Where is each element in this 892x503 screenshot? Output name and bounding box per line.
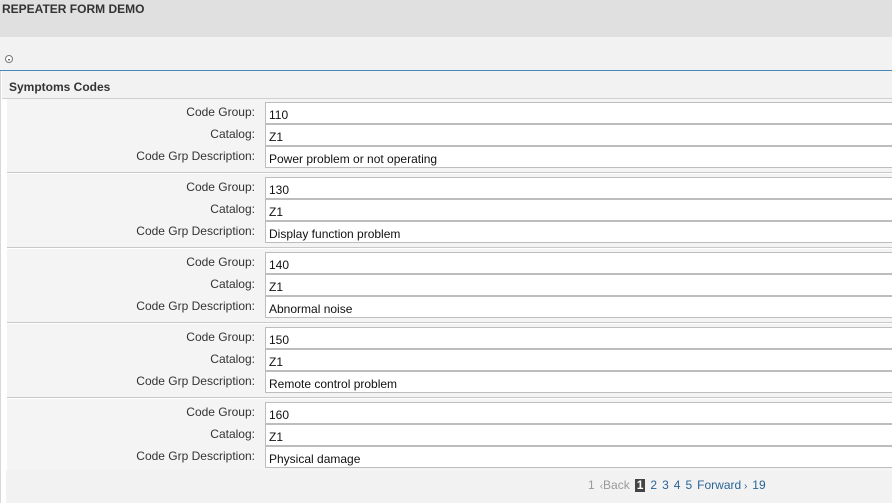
code-group-label: Code Group:: [186, 330, 255, 344]
code-group-row: Code Group: 110: [7, 102, 892, 124]
pager-back-label: Back: [603, 478, 630, 492]
pager-last[interactable]: 19: [752, 478, 765, 492]
pager-current-page: 1: [634, 477, 646, 492]
pager-forward-label: Forward: [697, 478, 742, 492]
title-bar: REPEATER FORM DEMO: [0, 0, 892, 37]
pager-page-2[interactable]: 2: [650, 478, 657, 492]
code-group-row: Code Group: 160: [7, 402, 892, 424]
pager: 1 ‹Back 1 2 3 4 5 Forward › 19: [588, 478, 766, 492]
catalog-row: Catalog: Z1: [7, 349, 892, 371]
code-group-label: Code Group:: [186, 105, 255, 119]
code-group-row: Code Group: 150: [7, 327, 892, 349]
section-title: Symptoms Codes: [9, 80, 111, 94]
catalog-row: Catalog: Z1: [7, 199, 892, 221]
record-item: Code Group: 160 Catalog: Z1 Code Grp Des…: [7, 399, 892, 473]
code-group-field[interactable]: 160: [265, 402, 892, 424]
symptoms-panel: Symptoms Codes Code Group: 110 Catalog: …: [0, 71, 892, 503]
pager-page-4[interactable]: 4: [674, 478, 681, 492]
catalog-field[interactable]: Z1: [265, 124, 892, 146]
pager-footer: 1 ‹Back 1 2 3 4 5 Forward › 19: [6, 471, 892, 503]
toolbar: [0, 37, 892, 71]
record-item: Code Group: 130 Catalog: Z1 Code Grp Des…: [7, 174, 892, 248]
code-group-row: Code Group: 130: [7, 177, 892, 199]
description-field[interactable]: Power problem or not operating: [265, 146, 892, 168]
description-row: Code Grp Description: Physical damage: [7, 446, 892, 468]
code-group-field[interactable]: 110: [265, 102, 892, 124]
description-label: Code Grp Description:: [136, 374, 255, 388]
forward-arrow-icon: ›: [741, 481, 748, 492]
collapse-toggle-icon[interactable]: [5, 55, 13, 63]
catalog-label: Catalog:: [210, 202, 255, 216]
catalog-field[interactable]: Z1: [265, 424, 892, 446]
pager-first: 1: [588, 478, 595, 492]
catalog-row: Catalog: Z1: [7, 124, 892, 146]
pager-page-3[interactable]: 3: [662, 478, 669, 492]
description-row: Code Grp Description: Power problem or n…: [7, 146, 892, 168]
description-label: Code Grp Description:: [136, 449, 255, 463]
description-field[interactable]: Physical damage: [265, 446, 892, 468]
catalog-field[interactable]: Z1: [265, 349, 892, 371]
description-field[interactable]: Remote control problem: [265, 371, 892, 393]
code-group-row: Code Group: 140: [7, 252, 892, 274]
pager-forward[interactable]: Forward ›: [697, 478, 747, 492]
catalog-label: Catalog:: [210, 277, 255, 291]
catalog-label: Catalog:: [210, 127, 255, 141]
window-title: REPEATER FORM DEMO: [2, 2, 145, 16]
code-group-label: Code Group:: [186, 180, 255, 194]
catalog-field[interactable]: Z1: [265, 274, 892, 296]
description-field[interactable]: Abnormal noise: [265, 296, 892, 318]
description-label: Code Grp Description:: [136, 299, 255, 313]
code-group-field[interactable]: 140: [265, 252, 892, 274]
description-field[interactable]: Display function problem: [265, 221, 892, 243]
description-row: Code Grp Description: Display function p…: [7, 221, 892, 243]
catalog-row: Catalog: Z1: [7, 424, 892, 446]
catalog-row: Catalog: Z1: [7, 274, 892, 296]
record-item: Code Group: 140 Catalog: Z1 Code Grp Des…: [7, 249, 892, 323]
code-group-field[interactable]: 150: [265, 327, 892, 349]
description-label: Code Grp Description:: [136, 224, 255, 238]
catalog-label: Catalog:: [210, 352, 255, 366]
catalog-field[interactable]: Z1: [265, 199, 892, 221]
description-row: Code Grp Description: Remote control pro…: [7, 371, 892, 393]
pager-back: ‹Back: [600, 478, 630, 492]
description-row: Code Grp Description: Abnormal noise: [7, 296, 892, 318]
code-group-field[interactable]: 130: [265, 177, 892, 199]
record-item: Code Group: 150 Catalog: Z1 Code Grp Des…: [7, 324, 892, 398]
code-group-label: Code Group:: [186, 405, 255, 419]
pager-page-5[interactable]: 5: [685, 478, 692, 492]
description-label: Code Grp Description:: [136, 149, 255, 163]
section-header: Symptoms Codes: [2, 71, 892, 99]
record-item: Code Group: 110 Catalog: Z1 Code Grp Des…: [7, 99, 892, 173]
code-group-label: Code Group:: [186, 255, 255, 269]
catalog-label: Catalog:: [210, 427, 255, 441]
